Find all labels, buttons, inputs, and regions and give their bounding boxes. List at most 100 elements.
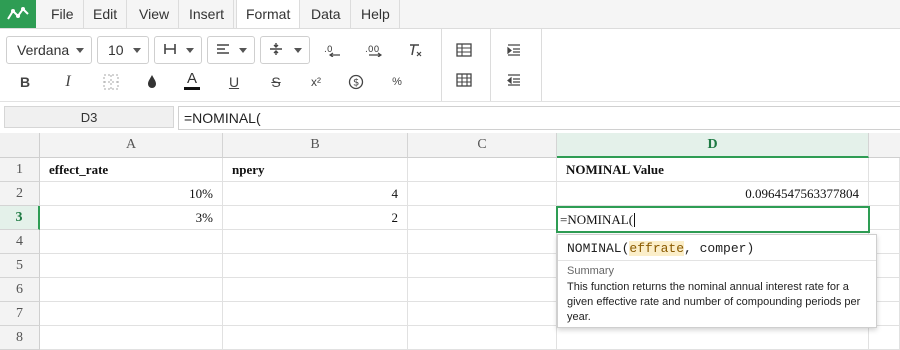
align-button[interactable]	[207, 36, 255, 64]
cell-b8[interactable]	[223, 326, 408, 350]
column-header-c[interactable]: C	[408, 133, 557, 158]
row-header-7[interactable]: 7	[0, 302, 40, 326]
menu-bar: File Edit View Insert Format Data Help	[0, 0, 900, 29]
remaining-arguments: , comper)	[684, 241, 755, 256]
cell-b3[interactable]: 2	[223, 206, 408, 230]
cell-c5[interactable]	[408, 254, 557, 278]
chevron-down-icon	[294, 47, 302, 53]
row-header-8[interactable]: 8	[0, 326, 40, 350]
menu-view[interactable]: View	[130, 0, 180, 28]
function-description: This function returns the nominal annual…	[567, 281, 861, 323]
cell-e8[interactable]	[869, 326, 900, 350]
cell-b4[interactable]	[223, 230, 408, 254]
cell-c3[interactable]	[408, 206, 557, 230]
menu-insert[interactable]: Insert	[180, 0, 235, 28]
menu-format[interactable]: Format	[236, 0, 301, 28]
svg-text:$: $	[353, 78, 359, 89]
cell-a6[interactable]	[40, 278, 223, 302]
menu-data[interactable]: Data	[302, 0, 351, 28]
active-cell-editor[interactable]: =NOMINAL(	[556, 206, 870, 233]
row-header-1[interactable]: 1	[0, 158, 40, 182]
chevron-down-icon	[186, 47, 194, 53]
cell-d8[interactable]	[557, 326, 869, 350]
function-signature[interactable]: NOMINAL(effrate, comper)	[567, 241, 754, 256]
cell-c8[interactable]	[408, 326, 557, 350]
column-header-d[interactable]: D	[557, 133, 869, 158]
cell-d1[interactable]: NOMINAL Value	[557, 158, 869, 182]
menu-help[interactable]: Help	[352, 0, 400, 28]
align-left-icon	[216, 42, 230, 58]
menu-file[interactable]: File	[42, 0, 84, 28]
svg-text:.00: .00	[365, 45, 380, 55]
cell-b6[interactable]	[223, 278, 408, 302]
indent-icon[interactable]	[503, 39, 525, 61]
font-size-select[interactable]: 10	[97, 36, 149, 64]
cell-c1[interactable]	[408, 158, 557, 182]
table-icon[interactable]	[453, 69, 475, 91]
text-color-icon[interactable]: A	[181, 69, 203, 91]
menu-edit[interactable]: Edit	[84, 0, 128, 28]
borders-button[interactable]	[154, 36, 202, 64]
text-cursor	[634, 212, 636, 227]
popup-divider	[558, 260, 876, 261]
italic-icon[interactable]: I	[57, 71, 79, 93]
chevron-down-icon	[76, 47, 84, 53]
cell-e3[interactable]	[869, 206, 900, 230]
vertical-align-button[interactable]	[260, 36, 310, 64]
toolbar-separator	[441, 29, 442, 101]
row-header-2[interactable]: 2	[0, 182, 40, 206]
cell-a5[interactable]	[40, 254, 223, 278]
row-header-6[interactable]: 6	[0, 278, 40, 302]
bold-icon[interactable]: B	[14, 71, 36, 93]
cell-e2[interactable]	[869, 182, 900, 206]
cell-d2[interactable]: 0.0964547563377804	[557, 182, 869, 206]
currency-icon[interactable]: $	[345, 71, 367, 93]
column-header-b[interactable]: B	[223, 133, 408, 158]
cell-c4[interactable]	[408, 230, 557, 254]
cell-a4[interactable]	[40, 230, 223, 254]
cell-b7[interactable]	[223, 302, 408, 326]
strikethrough-icon[interactable]: S	[265, 71, 287, 93]
increase-decimal-icon[interactable]: .00	[364, 39, 386, 61]
cell-e1[interactable]	[869, 158, 900, 182]
formula-input[interactable]: =NOMINAL(	[178, 106, 900, 130]
fill-color-icon[interactable]	[141, 71, 163, 93]
row-header-4[interactable]: 4	[0, 230, 40, 254]
column-header-e[interactable]	[869, 133, 900, 158]
row-header-5[interactable]: 5	[0, 254, 40, 278]
select-all-corner[interactable]	[0, 133, 40, 158]
cell-c7[interactable]	[408, 302, 557, 326]
cell-c6[interactable]	[408, 278, 557, 302]
function-autocomplete-popup: NOMINAL(effrate, comper) Summary This fu…	[557, 234, 877, 328]
merge-cells-icon[interactable]	[453, 39, 475, 61]
row-header-3[interactable]: 3	[0, 206, 40, 230]
summary-label: Summary	[567, 265, 615, 277]
column-header-a[interactable]: A	[40, 133, 223, 158]
cell-a2[interactable]: 10%	[40, 182, 223, 206]
cell-a8[interactable]	[40, 326, 223, 350]
toolbar-separator	[541, 29, 542, 101]
cell-a1[interactable]: effect_rate	[40, 158, 223, 182]
toolbar: Verdana 10 .0 .00 B I A U S x² $ %	[0, 29, 900, 102]
superscript-icon[interactable]: x²	[305, 71, 327, 93]
cell-c2[interactable]	[408, 182, 557, 206]
spreadsheet-grid: A B C D 1 2 3 4 5 6 7 8 effect_rate nper…	[0, 133, 900, 350]
text-color-glyph: A	[186, 69, 197, 87]
cell-b1[interactable]: npery	[223, 158, 408, 182]
decrease-decimal-icon[interactable]: .0	[322, 39, 344, 61]
vertical-align-icon	[269, 42, 283, 59]
toolbar-separator	[490, 29, 491, 101]
cell-a3[interactable]: 3%	[40, 206, 223, 230]
cell-reference-box[interactable]: D3	[4, 106, 174, 128]
font-family-select[interactable]: Verdana	[6, 36, 92, 64]
clear-format-icon[interactable]	[404, 39, 426, 61]
outdent-icon[interactable]	[503, 69, 525, 91]
function-name: NOMINAL(	[567, 241, 630, 256]
percent-icon[interactable]: %	[386, 71, 408, 93]
cell-b2[interactable]: 4	[223, 182, 408, 206]
cell-a7[interactable]	[40, 302, 223, 326]
text-color-swatch	[184, 86, 200, 90]
cell-b5[interactable]	[223, 254, 408, 278]
underline-icon[interactable]: U	[223, 71, 245, 93]
grid-lines-icon[interactable]	[100, 71, 122, 93]
